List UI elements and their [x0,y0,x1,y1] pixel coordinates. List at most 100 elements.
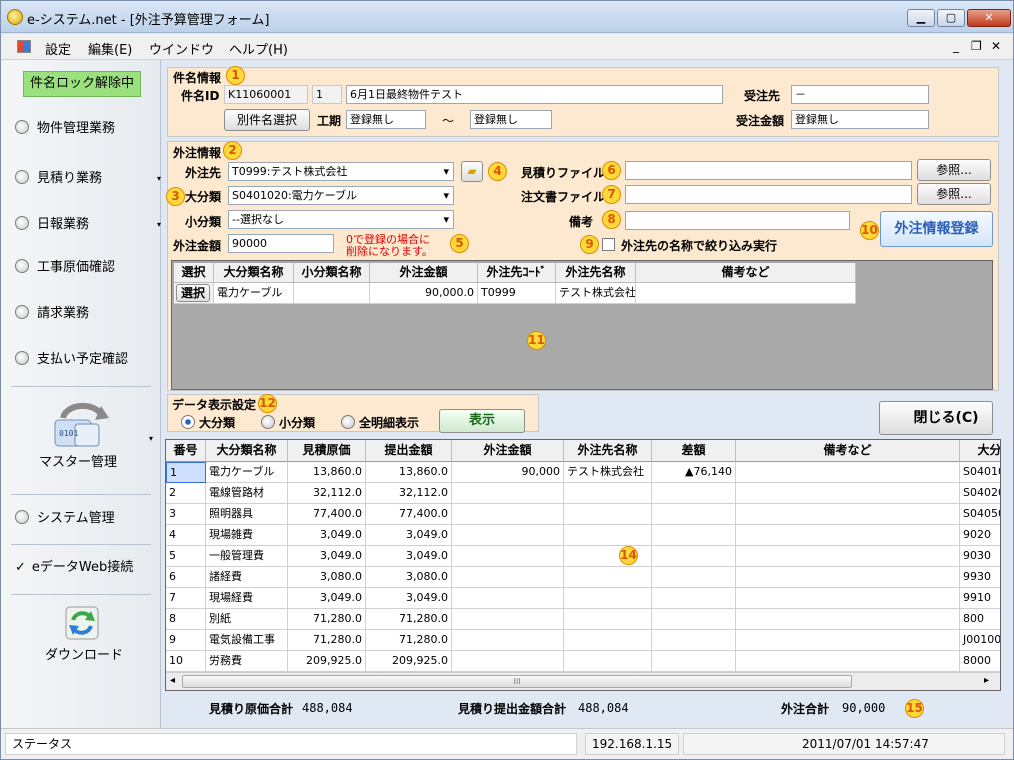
table-cell[interactable] [564,630,652,651]
table-cell[interactable] [452,546,564,567]
table-cell[interactable] [452,525,564,546]
menu-settings[interactable]: 設定 [45,39,71,58]
table-cell[interactable]: 71,280.0 [288,630,366,651]
menu-window[interactable]: ウインドウ [149,39,214,58]
table-cell[interactable] [652,525,736,546]
column-header[interactable]: 提出金額 [366,440,452,462]
menu-edit[interactable]: 編集(E) [88,39,132,58]
table-cell[interactable]: 現場雑費 [206,525,288,546]
table-cell[interactable]: 諸経費 [206,567,288,588]
table-cell[interactable] [652,630,736,651]
sidebar-item-web-connect[interactable]: ✓ eデータWeb接続 [15,556,155,580]
column-header[interactable]: 見積原価 [288,440,366,462]
table-cell[interactable]: S0401020 [960,462,1000,483]
radio-minor[interactable]: 小分類 [261,414,315,431]
table-cell[interactable]: 電線管路材 [206,483,288,504]
table-cell[interactable]: 別紙 [206,609,288,630]
close-form-button[interactable]: 閉じる(C) [879,401,993,435]
table-cell[interactable]: 9020 [960,525,1000,546]
column-header[interactable]: 備考など [736,440,960,462]
sidebar-item-billing[interactable]: 請求業務 [15,302,155,326]
column-header[interactable]: 番号 [166,440,206,462]
column-header[interactable]: 差額 [652,440,736,462]
table-cell[interactable]: 9030 [960,546,1000,567]
table-cell[interactable]: 現場経費 [206,588,288,609]
table-cell[interactable]: 3,080.0 [288,567,366,588]
table-cell[interactable]: 77,400.0 [366,504,452,525]
table-cell[interactable] [452,504,564,525]
row-number-cell[interactable]: 10 [166,651,206,672]
table-cell[interactable] [452,630,564,651]
table-cell[interactable] [294,283,370,304]
row-number-cell[interactable]: 2 [166,483,206,504]
outsource-amount-input[interactable]: 90000 [228,234,334,253]
table-cell[interactable] [652,651,736,672]
row-number-cell[interactable]: 1 [166,462,206,483]
column-header[interactable]: 大分類名称 [214,263,294,283]
estimate-file-field[interactable] [625,161,912,180]
column-header[interactable]: 外注金額 [452,440,564,462]
table-cell[interactable]: 13,860.0 [288,462,366,483]
sidebar-item-cost-check[interactable]: 工事原価確認 [15,256,155,280]
row-number-cell[interactable]: 5 [166,546,206,567]
table-cell[interactable]: 32,112.0 [366,483,452,504]
table-cell[interactable] [736,525,960,546]
table-cell[interactable] [736,462,960,483]
sidebar-item-system[interactable]: システム管理 [15,507,155,531]
table-cell[interactable]: 労務費 [206,651,288,672]
select-other-case-button[interactable]: 別件名選択 [224,109,310,131]
table-cell[interactable]: 電力ケーブル [206,462,288,483]
table-cell[interactable] [564,546,652,567]
table-cell[interactable] [564,651,652,672]
table-cell[interactable]: ▲76,140 [652,462,736,483]
table-cell[interactable]: 71,280.0 [366,609,452,630]
table-cell[interactable]: S0402020 [960,483,1000,504]
column-header[interactable]: 外注先ｺｰﾄﾞ [478,263,556,283]
minimize-button[interactable]: ▁ [907,9,935,27]
close-button[interactable]: ✕ [967,9,1011,27]
column-header[interactable]: 選択 [174,263,214,283]
table-cell[interactable] [652,546,736,567]
sidebar-item-payment-schedule[interactable]: 支払い予定確認 [15,348,155,372]
table-cell[interactable] [564,504,652,525]
table-cell[interactable]: 71,280.0 [366,630,452,651]
table-cell[interactable] [636,283,856,304]
table-cell[interactable]: 209,925.0 [288,651,366,672]
browse-estimate-button[interactable]: 参照... [917,159,991,181]
table-cell[interactable] [564,567,652,588]
table-cell[interactable]: 13,860.0 [366,462,452,483]
column-header[interactable]: 外注金額 [370,263,478,283]
row-number-cell[interactable]: 3 [166,504,206,525]
table-cell[interactable] [564,588,652,609]
table-cell[interactable]: 77,400.0 [288,504,366,525]
table-cell[interactable] [452,567,564,588]
table-cell[interactable] [652,567,736,588]
sidebar-item-estimate[interactable]: 見積り業務 ▾ [15,167,161,191]
row-number-cell[interactable]: 4 [166,525,206,546]
minor-category-select[interactable]: --選択なし [228,210,454,229]
table-cell[interactable]: 電力ケーブル [214,283,294,304]
radio-all-details[interactable]: 全明細表示 [341,414,419,431]
scroll-left-icon[interactable]: ◂ [170,675,175,686]
column-header[interactable]: 小分類名称 [294,263,370,283]
table-cell[interactable] [736,546,960,567]
table-cell[interactable]: 90,000.0 [370,283,478,304]
row-select-button[interactable]: 選択 [176,284,210,302]
mdi-restore-button[interactable]: ❐ [971,39,982,53]
sidebar-item-property[interactable]: 物件管理業務 [15,117,155,141]
vendor-select[interactable]: T0999:テスト株式会社 [228,162,454,181]
column-header[interactable]: 外注先名称 [556,263,636,283]
table-cell[interactable]: テスト株式会社 [564,462,652,483]
major-category-select[interactable]: S0401020:電力ケーブル [228,186,454,205]
column-header[interactable]: 備考など [636,263,856,283]
table-cell[interactable]: 3,049.0 [366,546,452,567]
table-cell[interactable]: J001001 [960,630,1000,651]
table-cell[interactable]: テスト株式会社 [556,283,636,304]
table-cell[interactable]: 3,049.0 [288,546,366,567]
table-cell[interactable] [652,504,736,525]
order-file-field[interactable] [625,185,912,204]
table-cell[interactable]: 71,280.0 [288,609,366,630]
menu-help[interactable]: ヘルプ(H) [229,39,288,58]
table-cell[interactable] [564,609,652,630]
table-cell[interactable] [736,609,960,630]
